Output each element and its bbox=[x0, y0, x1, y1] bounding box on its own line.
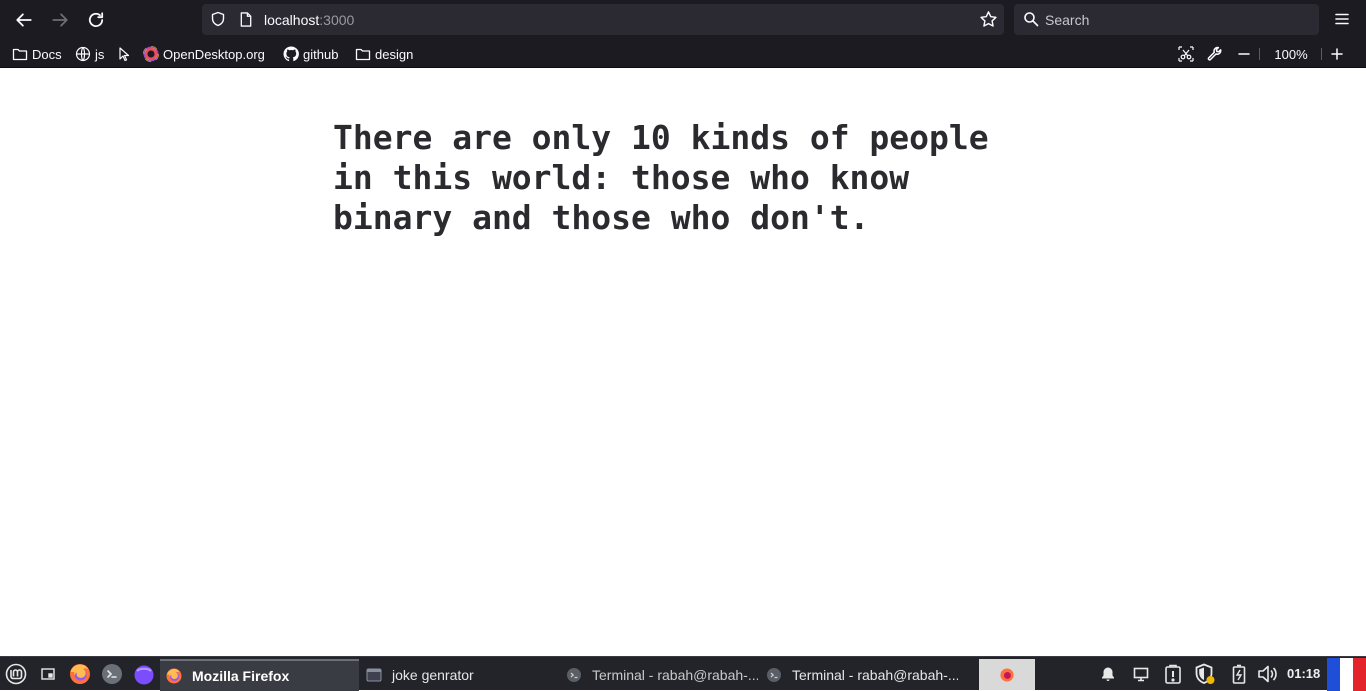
hamburger-menu-icon bbox=[1335, 13, 1349, 25]
clipboard-alert-icon bbox=[1165, 664, 1181, 684]
launcher-terminal[interactable] bbox=[100, 662, 124, 686]
globe-icon bbox=[75, 46, 91, 62]
flag-stripe-red bbox=[1353, 658, 1366, 691]
bookmarks-toolbar: Docs js OpenDesktop.org github design 10… bbox=[0, 40, 1366, 68]
task-terminal-2[interactable]: Terminal - rabah@rabah-... bbox=[760, 659, 958, 691]
volume-button[interactable] bbox=[1257, 663, 1279, 685]
minus-icon bbox=[1238, 53, 1250, 55]
purple-orb-icon bbox=[134, 665, 154, 685]
arrow-right-icon bbox=[52, 13, 68, 27]
task-joke-generator[interactable]: joke genrator bbox=[360, 659, 550, 691]
zoom-separator bbox=[1321, 48, 1322, 60]
terminal-icon bbox=[102, 664, 122, 684]
page-icon[interactable] bbox=[239, 12, 253, 27]
taskbar: Mozilla Firefox joke genrator Terminal -… bbox=[0, 656, 1366, 691]
github-icon bbox=[283, 46, 299, 62]
joke-text: There are only 10 kinds of people in thi… bbox=[333, 118, 989, 237]
shield-icon bbox=[1195, 663, 1215, 684]
url-bar[interactable]: localhost:3000 bbox=[202, 4, 1004, 35]
window-icon bbox=[366, 668, 382, 682]
zoom-out-button[interactable] bbox=[1235, 44, 1253, 64]
bookmark-cursor[interactable] bbox=[116, 44, 136, 64]
display-button[interactable] bbox=[1130, 663, 1152, 685]
bookmark-label: js bbox=[95, 46, 105, 62]
url-port: :3000 bbox=[319, 12, 355, 28]
reload-icon bbox=[88, 12, 104, 28]
battery-charging-icon bbox=[1232, 664, 1246, 684]
terminal-icon bbox=[567, 668, 581, 682]
launcher-firefox[interactable] bbox=[68, 662, 92, 686]
terminal-icon bbox=[767, 668, 781, 682]
flag-stripe-blue bbox=[1327, 658, 1340, 691]
shield-icon[interactable] bbox=[210, 11, 226, 27]
url-text[interactable]: localhost:3000 bbox=[264, 12, 354, 28]
update-manager-button[interactable] bbox=[1162, 663, 1184, 685]
forward-button[interactable] bbox=[46, 6, 74, 34]
bookmark-label: design bbox=[375, 46, 414, 62]
search-icon bbox=[1024, 12, 1039, 27]
navigation-toolbar: localhost:3000 Search bbox=[0, 0, 1366, 40]
zoom-separator bbox=[1259, 48, 1260, 60]
firefox-icon bbox=[70, 664, 90, 684]
app-menu-button[interactable] bbox=[1329, 6, 1355, 32]
task-mozilla-firefox[interactable]: Mozilla Firefox bbox=[160, 659, 359, 691]
clock[interactable]: 01:18 bbox=[1287, 666, 1320, 681]
bookmark-github[interactable]: github bbox=[283, 44, 338, 64]
developer-tools-button[interactable] bbox=[1205, 44, 1225, 64]
arrow-left-icon bbox=[16, 13, 32, 27]
keyboard-layout-flag[interactable] bbox=[1327, 658, 1366, 691]
show-desktop-button[interactable] bbox=[36, 662, 60, 686]
back-button[interactable] bbox=[10, 6, 38, 34]
monitor-icon bbox=[1133, 667, 1149, 682]
bookmark-label: github bbox=[303, 46, 339, 62]
flag-stripe-white bbox=[1340, 658, 1353, 691]
bookmark-design[interactable]: design bbox=[355, 44, 413, 64]
url-host: localhost bbox=[264, 12, 320, 28]
page-content: There are only 10 kinds of people in thi… bbox=[0, 68, 1366, 656]
zoom-reset-button[interactable]: 100% bbox=[1266, 44, 1316, 64]
screenshot-button[interactable] bbox=[1176, 44, 1196, 64]
search-bar[interactable]: Search bbox=[1014, 4, 1319, 35]
speaker-icon bbox=[1258, 665, 1277, 683]
task-label: Mozilla Firefox bbox=[192, 668, 290, 684]
plus-icon bbox=[1331, 48, 1343, 60]
screenshot-scissors-icon bbox=[1178, 46, 1194, 62]
folder-icon bbox=[12, 48, 28, 61]
mint-menu-button[interactable] bbox=[4, 662, 28, 686]
search-placeholder: Search bbox=[1045, 12, 1090, 28]
cursor-icon bbox=[119, 47, 130, 62]
desktop-icon bbox=[41, 668, 55, 680]
workspace-switcher[interactable] bbox=[979, 659, 1035, 690]
bookmark-star-icon[interactable] bbox=[979, 10, 998, 29]
launcher-app[interactable] bbox=[132, 662, 156, 686]
task-terminal-1[interactable]: Terminal - rabah@rabah-... bbox=[560, 659, 758, 691]
security-button[interactable] bbox=[1194, 663, 1216, 685]
zoom-level: 100% bbox=[1274, 46, 1308, 62]
folder-icon bbox=[355, 48, 371, 61]
bookmark-docs[interactable]: Docs bbox=[12, 44, 62, 64]
notifications-button[interactable] bbox=[1097, 663, 1119, 685]
task-label: Terminal - rabah@rabah-... bbox=[592, 667, 758, 683]
firefox-icon bbox=[1000, 667, 1014, 682]
opendesktop-icon bbox=[143, 46, 159, 62]
linux-mint-icon bbox=[5, 663, 27, 685]
task-label: Terminal - rabah@rabah-... bbox=[792, 667, 958, 683]
bookmark-js[interactable]: js bbox=[75, 44, 104, 64]
bell-icon bbox=[1102, 667, 1114, 681]
zoom-in-button[interactable] bbox=[1328, 44, 1346, 64]
battery-button[interactable] bbox=[1228, 663, 1250, 685]
bookmark-label: Docs bbox=[32, 46, 62, 62]
firefox-icon bbox=[166, 668, 182, 684]
task-label: joke genrator bbox=[392, 667, 474, 683]
wrench-icon bbox=[1207, 46, 1222, 61]
bookmark-opendesktop[interactable]: OpenDesktop.org bbox=[143, 44, 265, 64]
bookmark-label: OpenDesktop.org bbox=[163, 46, 265, 62]
reload-button[interactable] bbox=[82, 6, 110, 34]
